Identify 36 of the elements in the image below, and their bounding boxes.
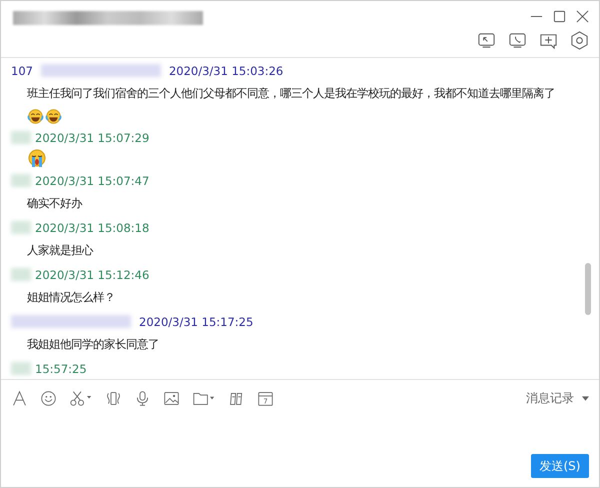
image-icon[interactable] xyxy=(163,390,180,406)
blurred-avatar xyxy=(11,268,31,281)
message-time: 2020/3/31 15:08:18 xyxy=(35,220,150,234)
message-text: 姐姐情况怎么样？ xyxy=(26,290,115,306)
message-history-button[interactable]: 消息记录 xyxy=(526,390,589,406)
message-time: 2020/3/31 15:12:46 xyxy=(35,268,150,282)
blurred-avatar xyxy=(11,131,31,144)
caret-icon xyxy=(582,396,589,400)
font-icon[interactable] xyxy=(11,390,28,406)
message-time: 2020/3/31 15:03:26 xyxy=(168,64,284,78)
blurred-avatar xyxy=(11,174,31,187)
settings-icon[interactable] xyxy=(570,31,589,50)
shake-icon[interactable] xyxy=(105,390,122,406)
message-time: 2020/3/31 15:17:25 xyxy=(139,314,254,328)
screen-share-icon[interactable] xyxy=(477,31,496,50)
phone-icon[interactable] xyxy=(508,31,527,50)
message-text: 人家就是担心 xyxy=(26,243,93,259)
message-text: 班主任我问了我们宿舍的三个人他们父母都不同意，哪三个人是我在学校玩的最好，我都不知道去哪里隔离了 xyxy=(26,86,555,102)
send-button[interactable]: 发送(S) xyxy=(531,454,589,478)
message-time: 2020/3/31 15:07:29 xyxy=(35,130,150,144)
scissors-icon[interactable] xyxy=(69,390,93,406)
sender-number: 107 xyxy=(11,64,33,78)
message-input[interactable]: 发送(S) xyxy=(1,416,599,487)
blurred-avatar xyxy=(11,221,31,234)
message-time: 15:57:25 xyxy=(35,362,87,376)
laughing-tears-emoji xyxy=(27,108,44,124)
crying-emoji xyxy=(27,149,47,169)
microphone-icon[interactable] xyxy=(134,390,151,406)
laughing-tears-emoji xyxy=(45,108,62,124)
message-text: 我姐姐他同学的家长同意了 xyxy=(26,337,159,353)
message-time: 2020/3/31 15:07:47 xyxy=(35,174,150,188)
close-icon[interactable] xyxy=(576,10,589,22)
smiley-icon[interactable] xyxy=(40,390,57,406)
blurred-avatar xyxy=(11,362,31,375)
maximize-icon[interactable] xyxy=(553,10,566,22)
message-text: 确实不好办 xyxy=(26,196,82,212)
